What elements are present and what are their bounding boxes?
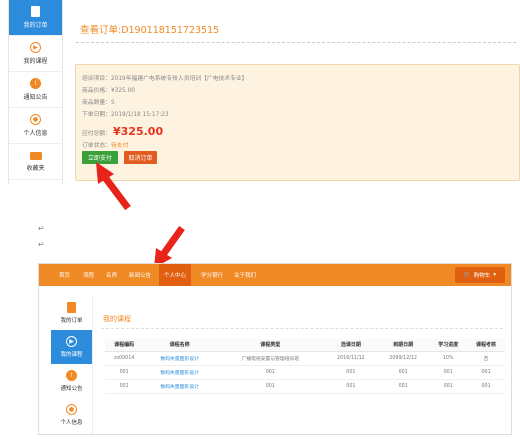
nav-item-credit-bank[interactable]: 学分银行 xyxy=(201,264,223,286)
course-name-link[interactable]: 数码失量图形设计 xyxy=(143,365,216,380)
nav-item-about[interactable]: 关于我们 xyxy=(234,264,256,286)
play-circle-icon: ▶ xyxy=(30,42,41,53)
table-cell: 001 xyxy=(324,365,378,380)
status-label: 订单状态： xyxy=(82,143,111,149)
table-cell: 001 xyxy=(467,365,505,380)
sidebar-item-label: 通知公告 xyxy=(60,386,83,392)
total-label: 应付总额： xyxy=(82,131,111,137)
user-sidebar: 我的订单 ▶ 我的课程 ! 通知公告 ● 个人信息 xyxy=(51,296,93,434)
nav-item-home[interactable]: 首页 xyxy=(59,264,70,286)
table-cell: 001 xyxy=(215,379,325,394)
document-icon xyxy=(31,6,40,17)
column-header: 学习进度 xyxy=(429,339,468,352)
table-cell: zs00014 xyxy=(105,351,144,366)
column-header: 到期日期 xyxy=(377,339,430,352)
sidebar-item-label: 个人信息 xyxy=(23,130,48,137)
nav-item-news[interactable]: 新闻公告 xyxy=(129,264,151,286)
quantity-text: 商品数量：5 xyxy=(82,100,115,106)
cart-icon: 🛒 xyxy=(463,272,471,278)
table-row: 001 数码失量图形设计 001 001 001 001 001 xyxy=(105,379,505,394)
document-icon xyxy=(67,302,76,313)
column-header: 课程考核 xyxy=(467,339,505,352)
table-row: zs00014 数码失量图形设计 广播电视安置与管理培训班 2016/11/12… xyxy=(105,351,505,366)
sidebar-item-notices[interactable]: ! 通知公告 xyxy=(51,364,92,398)
column-header: 课程名称 xyxy=(143,339,216,352)
nav-item-personal-center[interactable]: 个人中心 xyxy=(159,264,192,286)
table-cell: 10% xyxy=(429,351,468,366)
paragraph-mark: ↵ xyxy=(38,240,45,249)
unit-price-text: 商品价格：¥325.00 xyxy=(82,88,135,94)
cart-button[interactable]: 🛒 购物车 ▾ xyxy=(455,267,505,283)
table-cell: 001 xyxy=(467,379,505,394)
folder-icon xyxy=(29,151,42,160)
order-detail-screenshot: 我的订单 ▶ 我的课程 ! 通知公告 ● 个人信息 收藏夹 查看订单:D1901… xyxy=(0,0,520,190)
table-cell: 001 xyxy=(324,379,378,394)
cart-label: 购物车 xyxy=(473,273,491,279)
table-cell: 2099/12/12 xyxy=(377,351,430,366)
nav-item-teachers[interactable]: 名师 xyxy=(106,264,117,286)
order-date-text: 下单日期：2019/1/18 15:17:23 xyxy=(82,112,169,118)
table-cell: 001 xyxy=(377,379,430,394)
table-cell: 广播电视安置与管理培训班 xyxy=(215,351,325,366)
table-cell: 001 xyxy=(429,379,468,394)
sidebar-item-my-orders[interactable]: 我的订单 xyxy=(9,0,62,36)
column-header: 课程编码 xyxy=(105,339,144,352)
top-navbar: 首页 流程 名师 新闻公告 个人中心 学分银行 关于我们 🛒 购物车 ▾ xyxy=(39,264,511,286)
divider xyxy=(101,328,503,329)
sidebar-item-profile[interactable]: ● 个人信息 xyxy=(51,398,92,432)
annotation-arrow-icon xyxy=(96,162,131,211)
total-value: ¥325.00 xyxy=(113,125,164,138)
my-courses-screenshot: 首页 流程 名师 新闻公告 个人中心 学分银行 关于我们 🛒 购物车 ▾ 我的订… xyxy=(38,263,512,435)
table-cell: 001 xyxy=(105,379,144,394)
course-name-link[interactable]: 数码失量图形设计 xyxy=(143,379,216,394)
sidebar-item-label: 我的订单 xyxy=(60,318,83,324)
table-row: 001 数码失量图形设计 001 001 001 001 001 xyxy=(105,365,505,380)
table-cell: 2016/11/12 xyxy=(324,351,378,366)
user-icon: ● xyxy=(30,114,41,125)
sidebar-item-label: 收藏夹 xyxy=(26,164,45,172)
alert-icon: ! xyxy=(66,370,77,381)
courses-table: 课程编码 课程名称 课程类型 选课日期 到期日期 学习进度 课程考核 zs000… xyxy=(105,339,505,394)
sidebar-item-label: 通知公告 xyxy=(23,94,48,101)
sidebar-item-label: 我的课程 xyxy=(23,58,48,65)
sidebar-item-favorites[interactable]: 收藏夹 xyxy=(9,144,62,180)
sidebar-item-label: 个人信息 xyxy=(60,420,83,426)
table-cell: 001 xyxy=(429,365,468,380)
table-cell: 否 xyxy=(467,351,505,366)
table-cell: 001 xyxy=(105,365,144,380)
page-title: 查看订单:D190118151723515 xyxy=(80,25,220,36)
table-header-row: 课程编码 课程名称 课程类型 选课日期 到期日期 学习进度 课程考核 xyxy=(105,339,505,352)
sidebar-item-label: 我的课程 xyxy=(60,352,83,358)
paragraph-mark: ↵ xyxy=(38,224,45,233)
divider xyxy=(76,42,516,43)
order-status: 订单状态：待支付 xyxy=(82,140,128,149)
sidebar-item-my-orders[interactable]: 我的订单 xyxy=(51,296,92,330)
sidebar-item-my-courses[interactable]: ▶ 我的课程 xyxy=(9,36,62,72)
alert-icon: ! xyxy=(30,78,41,89)
course-name-link[interactable]: 数码失量图形设计 xyxy=(143,351,216,366)
column-header: 课程类型 xyxy=(215,339,325,352)
play-circle-icon: ▶ xyxy=(66,336,77,347)
order-detail-panel: 培训项目：2019年福建广电系统专技人员培训【广电技术专业】 商品价格：¥325… xyxy=(75,64,520,181)
chevron-down-icon: ▾ xyxy=(493,272,497,278)
table-cell: 001 xyxy=(377,365,430,380)
page-title: 我的课程 xyxy=(103,315,131,323)
user-icon: ● xyxy=(66,404,77,415)
total-amount: 应付总额： ¥325.00 xyxy=(82,125,163,138)
sidebar-item-label: 我的订单 xyxy=(23,22,48,29)
status-badge: 待支付 xyxy=(111,143,129,149)
sidebar-item-notices[interactable]: ! 通知公告 xyxy=(9,72,62,108)
user-sidebar: 我的订单 ▶ 我的课程 ! 通知公告 ● 个人信息 收藏夹 xyxy=(8,0,63,184)
training-item-text: 培训项目：2019年福建广电系统专技人员培训【广电技术专业】 xyxy=(82,76,248,82)
column-header: 选课日期 xyxy=(324,339,378,352)
sidebar-item-my-courses[interactable]: ▶ 我的课程 xyxy=(51,330,92,364)
nav-item-process[interactable]: 流程 xyxy=(83,264,94,286)
table-cell: 001 xyxy=(215,365,325,380)
sidebar-item-profile[interactable]: ● 个人信息 xyxy=(9,108,62,144)
